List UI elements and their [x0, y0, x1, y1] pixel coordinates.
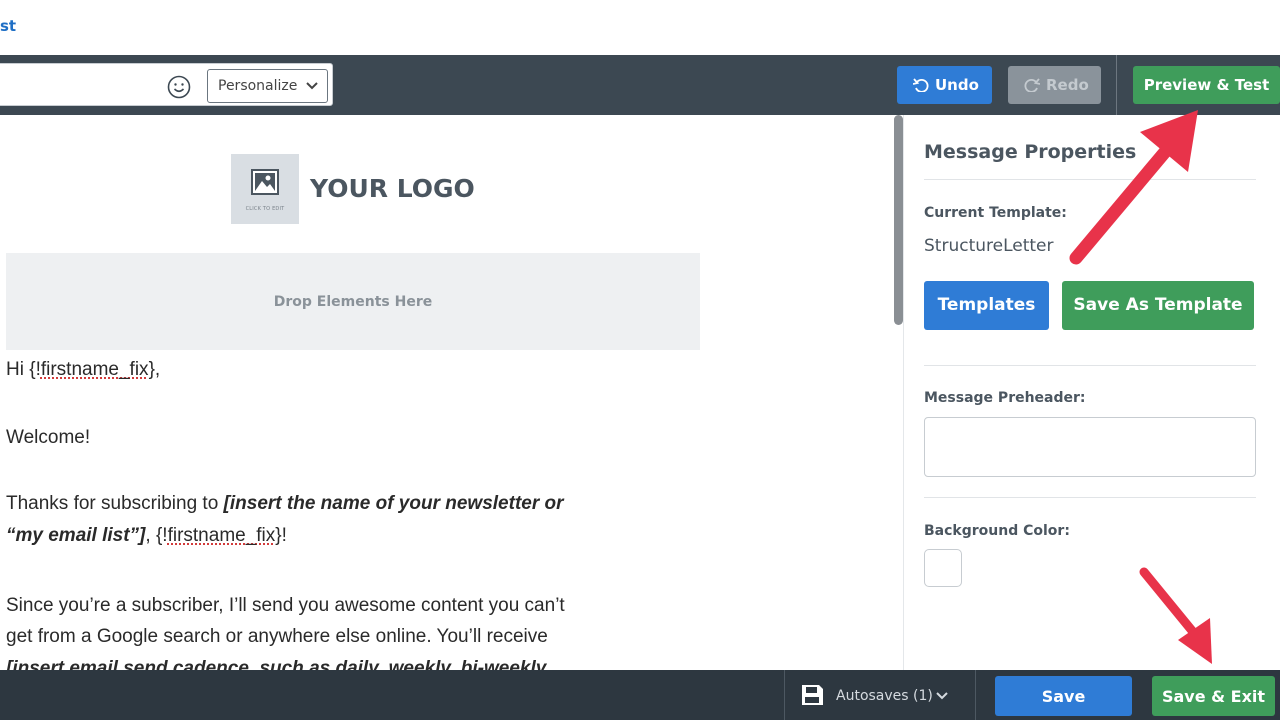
- floppy-disk-icon: [802, 685, 823, 705]
- redo-button[interactable]: Redo: [1008, 66, 1101, 104]
- personalize-dropdown[interactable]: Personalize: [207, 69, 328, 103]
- greeting-suffix: },: [148, 359, 161, 380]
- drop-zone-text: Drop Elements Here: [273, 294, 433, 310]
- panel-title: Message Properties: [924, 141, 1137, 163]
- since-line-2[interactable]: get from a Google search or anywhere els…: [6, 626, 548, 648]
- current-template-value: StructureLetter: [924, 236, 1054, 256]
- since-placeholder: [insert email send cadence, such as dail…: [6, 658, 547, 670]
- smiley-icon[interactable]: [167, 75, 191, 99]
- undo-arrow-icon: [913, 78, 929, 92]
- chevron-down-icon: [936, 692, 948, 700]
- bottom-divider: [784, 670, 785, 720]
- merge-tag: firstname_fix: [40, 359, 149, 380]
- panel-divider: [924, 497, 1256, 498]
- breadcrumb-link[interactable]: st: [0, 17, 16, 35]
- email-canvas[interactable]: CLICK TO EDIT YOUR LOGO Drop Elements He…: [0, 115, 893, 670]
- preheader-input[interactable]: [924, 417, 1256, 477]
- thanks-prefix: Thanks for subscribing to: [6, 493, 224, 514]
- canvas-scrollbar[interactable]: [894, 115, 903, 325]
- undo-label: Undo: [935, 76, 979, 94]
- background-color-swatch[interactable]: [924, 549, 962, 587]
- redo-arrow-icon: [1024, 78, 1040, 92]
- welcome-line[interactable]: Welcome!: [6, 427, 90, 449]
- breadcrumb-strip: st: [0, 0, 1280, 55]
- autosaves-dropdown[interactable]: Autosaves (1): [836, 688, 933, 704]
- templates-button[interactable]: Templates: [924, 281, 1049, 330]
- logo-placeholder[interactable]: CLICK TO EDIT: [231, 154, 299, 224]
- thanks-suffix: }!: [275, 525, 287, 546]
- logo-text[interactable]: YOUR LOGO: [310, 174, 475, 203]
- thanks-mid: , {!: [145, 525, 168, 546]
- thanks-line-2[interactable]: “my email list”], {!firstname_fix}!: [6, 525, 287, 547]
- greeting-line[interactable]: Hi {!firstname_fix},: [6, 359, 160, 381]
- panel-divider: [924, 179, 1256, 180]
- preview-test-button[interactable]: Preview & Test: [1133, 66, 1280, 104]
- undo-button[interactable]: Undo: [897, 66, 992, 104]
- bottom-divider: [975, 670, 976, 720]
- greeting-prefix: Hi {!: [6, 359, 41, 380]
- logo-caption: CLICK TO EDIT: [245, 206, 285, 212]
- panel-divider: [924, 365, 1256, 366]
- save-as-template-button[interactable]: Save As Template: [1062, 281, 1254, 330]
- thanks-placeholder-1: [insert the name of your newsletter or: [223, 493, 564, 514]
- since-line-1[interactable]: Since you’re a subscriber, I’ll send you…: [6, 595, 565, 617]
- drop-zone[interactable]: Drop Elements Here: [6, 253, 700, 350]
- chevron-down-icon: [306, 82, 318, 90]
- thanks-line-1[interactable]: Thanks for subscribing to [insert the na…: [6, 493, 564, 515]
- thanks-placeholder-2: “my email list”]: [6, 525, 146, 546]
- redo-label: Redo: [1046, 76, 1089, 94]
- merge-tag: firstname_fix: [167, 525, 276, 546]
- save-button[interactable]: Save: [995, 676, 1132, 716]
- background-color-label: Background Color:: [924, 523, 1070, 539]
- toolbar-divider: [1116, 55, 1117, 115]
- since-line-3[interactable]: [insert email send cadence, such as dail…: [6, 658, 546, 670]
- image-icon: [251, 169, 279, 195]
- personalize-label: Personalize: [218, 78, 298, 94]
- preheader-label: Message Preheader:: [924, 390, 1086, 406]
- current-template-label: Current Template:: [924, 205, 1067, 221]
- save-exit-button[interactable]: Save & Exit: [1152, 676, 1275, 716]
